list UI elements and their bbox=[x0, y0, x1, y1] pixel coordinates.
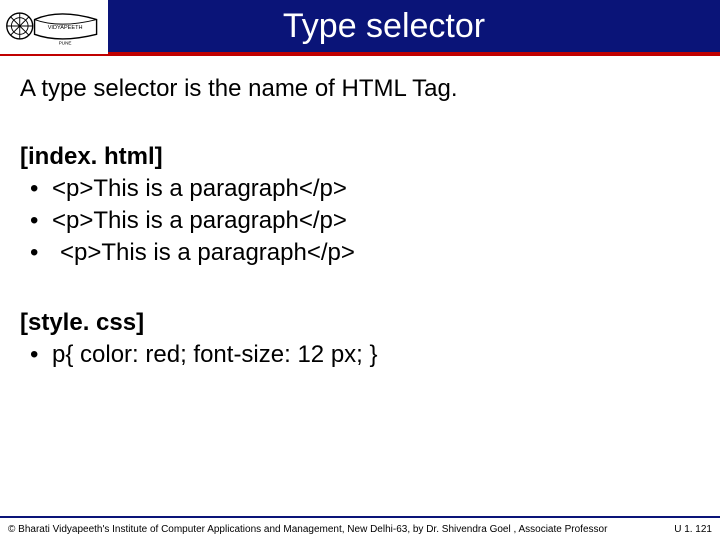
list-item: <p>This is a paragraph</p> bbox=[26, 206, 700, 236]
institution-logo: VIDYAPEETH PUNE bbox=[0, 0, 108, 54]
svg-text:VIDYAPEETH: VIDYAPEETH bbox=[48, 25, 83, 31]
section-2-label: [style. css] bbox=[20, 308, 700, 338]
list-item: p{ color: red; font-size: 12 px; } bbox=[26, 340, 700, 370]
footer-copyright: © Bharati Vidyapeeth's Institute of Comp… bbox=[8, 524, 607, 535]
footer-page-ref: U 1. 121 bbox=[674, 524, 712, 535]
section-1-list: <p>This is a paragraph</p> <p>This is a … bbox=[20, 174, 700, 268]
slide-body: A type selector is the name of HTML Tag.… bbox=[0, 56, 720, 370]
slide-header: VIDYAPEETH PUNE Type selector bbox=[0, 0, 720, 56]
slide-footer: © Bharati Vidyapeeth's Institute of Comp… bbox=[0, 516, 720, 540]
list-item: <p>This is a paragraph</p> bbox=[26, 238, 700, 268]
svg-text:PUNE: PUNE bbox=[59, 41, 72, 46]
slide-title: Type selector bbox=[108, 7, 720, 46]
intro-text: A type selector is the name of HTML Tag. bbox=[20, 74, 700, 104]
section-2-list: p{ color: red; font-size: 12 px; } bbox=[20, 340, 700, 370]
list-item: <p>This is a paragraph</p> bbox=[26, 174, 700, 204]
section-1-label: [index. html] bbox=[20, 142, 700, 172]
